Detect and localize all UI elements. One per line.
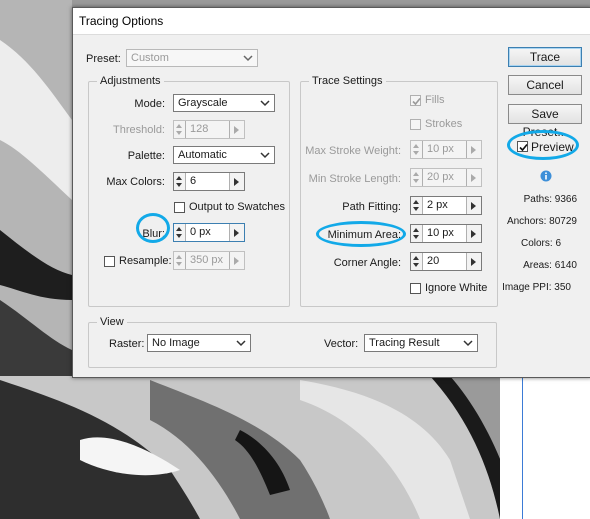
chevron-down-icon bbox=[243, 55, 253, 62]
strokes-label: Strokes bbox=[425, 118, 463, 130]
palette-value: Automatic bbox=[178, 149, 227, 161]
stepper-up-down[interactable] bbox=[411, 141, 423, 158]
palette-dropdown[interactable]: Automatic bbox=[173, 146, 275, 164]
slider-arrow-icon[interactable] bbox=[466, 141, 481, 158]
stepper-up-down[interactable] bbox=[411, 225, 423, 242]
output-to-swatches-label: Output to Swatches bbox=[189, 201, 285, 213]
stats-image-ppi: Image PPI: 350 bbox=[502, 282, 571, 293]
annotation-circle-minimum-area bbox=[316, 221, 406, 247]
mode-dropdown[interactable]: Grayscale bbox=[173, 94, 275, 112]
max-stroke-weight-value: 10 px bbox=[427, 143, 454, 155]
slider-arrow-icon[interactable] bbox=[466, 169, 481, 186]
slider-arrow-icon[interactable] bbox=[466, 197, 481, 214]
max-colors-label: Max Colors: bbox=[106, 176, 165, 188]
fills-label: Fills bbox=[425, 94, 445, 106]
trace-settings-group: Trace Settings bbox=[300, 75, 498, 307]
resample-checkbox[interactable] bbox=[104, 256, 115, 267]
dialog-title: Tracing Options bbox=[79, 14, 164, 28]
raster-value: No Image bbox=[152, 337, 200, 349]
stepper-up-down[interactable] bbox=[411, 169, 423, 186]
min-stroke-length-value: 20 px bbox=[427, 171, 454, 183]
stats-colors: Colors: 6 bbox=[520, 238, 561, 249]
adjustments-legend: Adjustments bbox=[97, 75, 164, 87]
chevron-down-icon bbox=[463, 340, 473, 347]
max-colors-value: 6 bbox=[190, 175, 197, 187]
cancel-button[interactable]: Cancel bbox=[508, 75, 582, 95]
save-preset-button[interactable]: Save Preset... bbox=[508, 104, 582, 139]
stepper-up-down[interactable] bbox=[174, 173, 186, 190]
stats-paths: Paths: 9366 bbox=[523, 194, 577, 205]
corner-angle-stepper[interactable]: 20 bbox=[410, 252, 482, 271]
annotation-circle-blur bbox=[136, 213, 170, 243]
threshold-label: Threshold: bbox=[113, 124, 165, 136]
resample-label: Resample: bbox=[119, 255, 172, 267]
preset-label: Preset: bbox=[86, 53, 121, 65]
threshold-stepper[interactable]: 128 bbox=[173, 120, 245, 139]
stepper-up-down[interactable] bbox=[411, 253, 423, 270]
stepper-up-down[interactable] bbox=[174, 224, 186, 241]
minimum-area-stepper[interactable]: 10 px bbox=[410, 224, 482, 243]
path-fitting-stepper[interactable]: 2 px bbox=[410, 196, 482, 215]
ignore-white-label: Ignore White bbox=[425, 282, 488, 294]
slider-arrow-icon[interactable] bbox=[229, 252, 244, 269]
vector-label: Vector: bbox=[324, 338, 359, 350]
corner-angle-value: 20 bbox=[427, 255, 440, 267]
blur-value[interactable]: 0 px bbox=[190, 226, 211, 238]
info-icon[interactable] bbox=[540, 170, 552, 182]
stepper-up-down[interactable] bbox=[411, 197, 423, 214]
strokes-checkbox[interactable] bbox=[410, 119, 421, 130]
min-stroke-length-label: Min Stroke Length: bbox=[308, 173, 401, 185]
trace-settings-legend: Trace Settings bbox=[309, 75, 386, 87]
path-fitting-value: 2 px bbox=[427, 199, 448, 211]
mode-label: Mode: bbox=[134, 98, 165, 110]
max-stroke-weight-stepper[interactable]: 10 px bbox=[410, 140, 482, 159]
corner-angle-label: Corner Angle: bbox=[333, 257, 401, 269]
stats-areas: Areas: 6140 bbox=[523, 260, 577, 271]
preset-dropdown[interactable]: Custom bbox=[126, 49, 258, 67]
adjustments-group: Adjustments bbox=[88, 75, 290, 307]
mode-value: Grayscale bbox=[178, 97, 228, 109]
stepper-up-down[interactable] bbox=[174, 252, 186, 269]
tracing-options-dialog: Tracing Options Preset: Custom Adjustmen… bbox=[72, 7, 590, 378]
slider-arrow-icon[interactable] bbox=[229, 121, 244, 138]
threshold-value: 128 bbox=[190, 123, 209, 135]
fills-checkbox[interactable] bbox=[410, 95, 421, 106]
trace-button[interactable]: Trace bbox=[508, 47, 582, 67]
min-stroke-length-stepper[interactable]: 20 px bbox=[410, 168, 482, 187]
resample-stepper[interactable]: 350 px bbox=[173, 251, 245, 270]
slider-arrow-icon[interactable] bbox=[229, 224, 244, 241]
max-stroke-weight-label: Max Stroke Weight: bbox=[305, 145, 401, 157]
resample-value: 350 px bbox=[190, 254, 224, 266]
checkmark-icon bbox=[412, 97, 421, 106]
slider-arrow-icon[interactable] bbox=[466, 225, 481, 242]
raster-dropdown[interactable]: No Image bbox=[147, 334, 251, 352]
slider-arrow-icon[interactable] bbox=[466, 253, 481, 270]
annotation-circle-preview bbox=[507, 130, 579, 160]
path-fitting-label: Path Fitting: bbox=[342, 201, 401, 213]
stepper-up-down[interactable] bbox=[174, 121, 186, 138]
preset-value: Custom bbox=[131, 52, 169, 64]
raster-label: Raster: bbox=[109, 338, 145, 350]
view-legend: View bbox=[97, 316, 127, 328]
ignore-white-checkbox[interactable] bbox=[410, 283, 421, 294]
palette-label: Palette: bbox=[127, 150, 165, 162]
minimum-area-value: 10 px bbox=[427, 227, 454, 239]
max-colors-stepper[interactable]: 6 bbox=[173, 172, 245, 191]
chevron-down-icon bbox=[260, 100, 270, 107]
blur-stepper[interactable]: 0 px bbox=[173, 223, 245, 242]
stats-anchors: Anchors: 80729 bbox=[506, 216, 577, 227]
output-to-swatches-checkbox[interactable] bbox=[174, 202, 185, 213]
vector-dropdown[interactable]: Tracing Result bbox=[364, 334, 478, 352]
vector-value: Tracing Result bbox=[369, 337, 440, 349]
chevron-down-icon bbox=[260, 152, 270, 159]
slider-arrow-icon[interactable] bbox=[229, 173, 244, 190]
dialog-titlebar: Tracing Options bbox=[73, 8, 590, 35]
chevron-down-icon bbox=[236, 340, 246, 347]
